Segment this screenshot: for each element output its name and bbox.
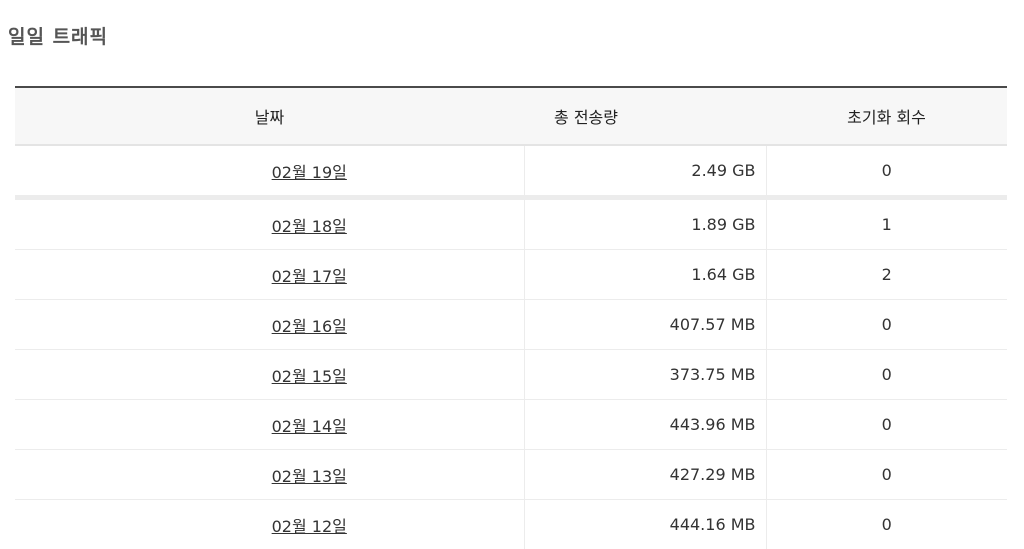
- date-cell: 02월 12일: [15, 499, 524, 549]
- table-row: 02월 12일 444.16 MB 0: [15, 499, 1007, 549]
- date-cell: 02월 16일: [15, 299, 524, 350]
- reset-count-cell: 1: [765, 197, 1007, 250]
- total-cell: 407.57 MB: [523, 299, 766, 350]
- header-row: 날짜 총 전송량 초기화 회수: [15, 86, 1007, 146]
- daily-traffic-page: 일일 트래픽 날짜 총 전송량 초기화 회수 02월 19일 2.49 GB 0…: [0, 0, 1024, 549]
- date-link[interactable]: 02월 12일: [272, 517, 347, 536]
- section-title: 일일 트래픽: [8, 26, 109, 48]
- reset-count-cell: 0: [765, 449, 1007, 500]
- column-header-date: 날짜: [15, 86, 524, 146]
- table-row: 02월 15일 373.75 MB 0: [15, 349, 1007, 400]
- date-link[interactable]: 02월 14일: [272, 417, 347, 436]
- date-cell: 02월 14일: [15, 399, 524, 450]
- table-row: 02월 16일 407.57 MB 0: [15, 299, 1007, 350]
- date-link[interactable]: 02월 18일: [272, 217, 347, 236]
- total-cell: 443.96 MB: [523, 399, 766, 450]
- reset-count-cell: 0: [765, 349, 1007, 400]
- reset-count-cell: 0: [765, 499, 1007, 549]
- table-row: 02월 14일 443.96 MB 0: [15, 399, 1007, 450]
- reset-count-cell: 0: [765, 399, 1007, 450]
- total-cell: 1.64 GB: [523, 249, 766, 300]
- date-link[interactable]: 02월 13일: [272, 467, 347, 486]
- total-cell: 444.16 MB: [523, 499, 766, 549]
- date-cell: 02월 18일: [15, 197, 524, 250]
- table-row: 02월 18일 1.89 GB 1: [15, 197, 1007, 250]
- reset-count-cell: 0: [765, 299, 1007, 350]
- table-row: 02월 17일 1.64 GB 2: [15, 249, 1007, 300]
- table-row: 02월 13일 427.29 MB 0: [15, 449, 1007, 500]
- date-cell: 02월 19일: [15, 145, 524, 200]
- date-link[interactable]: 02월 15일: [272, 367, 347, 386]
- date-cell: 02월 15일: [15, 349, 524, 400]
- total-cell: 427.29 MB: [523, 449, 766, 500]
- total-cell: 2.49 GB: [523, 145, 766, 200]
- traffic-table: 날짜 총 전송량 초기화 회수 02월 19일 2.49 GB 0 02월 18…: [15, 86, 1007, 549]
- reset-count-cell: 2: [765, 249, 1007, 300]
- date-link[interactable]: 02월 16일: [272, 317, 347, 336]
- table-row: 02월 19일 2.49 GB 0: [15, 145, 1007, 200]
- total-cell: 373.75 MB: [523, 349, 766, 400]
- column-header-reset: 초기화 회수: [766, 86, 1007, 146]
- date-link[interactable]: 02월 19일: [272, 163, 347, 182]
- table-body: 02월 19일 2.49 GB 0 02월 18일 1.89 GB 1 02월 …: [15, 145, 1007, 549]
- date-link[interactable]: 02월 17일: [272, 267, 347, 286]
- column-header-total: 총 전송량: [524, 86, 766, 146]
- total-cell: 1.89 GB: [523, 197, 766, 250]
- table-header: 날짜 총 전송량 초기화 회수: [15, 86, 1007, 146]
- reset-count-cell: 0: [765, 145, 1007, 200]
- date-cell: 02월 13일: [15, 449, 524, 500]
- date-cell: 02월 17일: [15, 249, 524, 300]
